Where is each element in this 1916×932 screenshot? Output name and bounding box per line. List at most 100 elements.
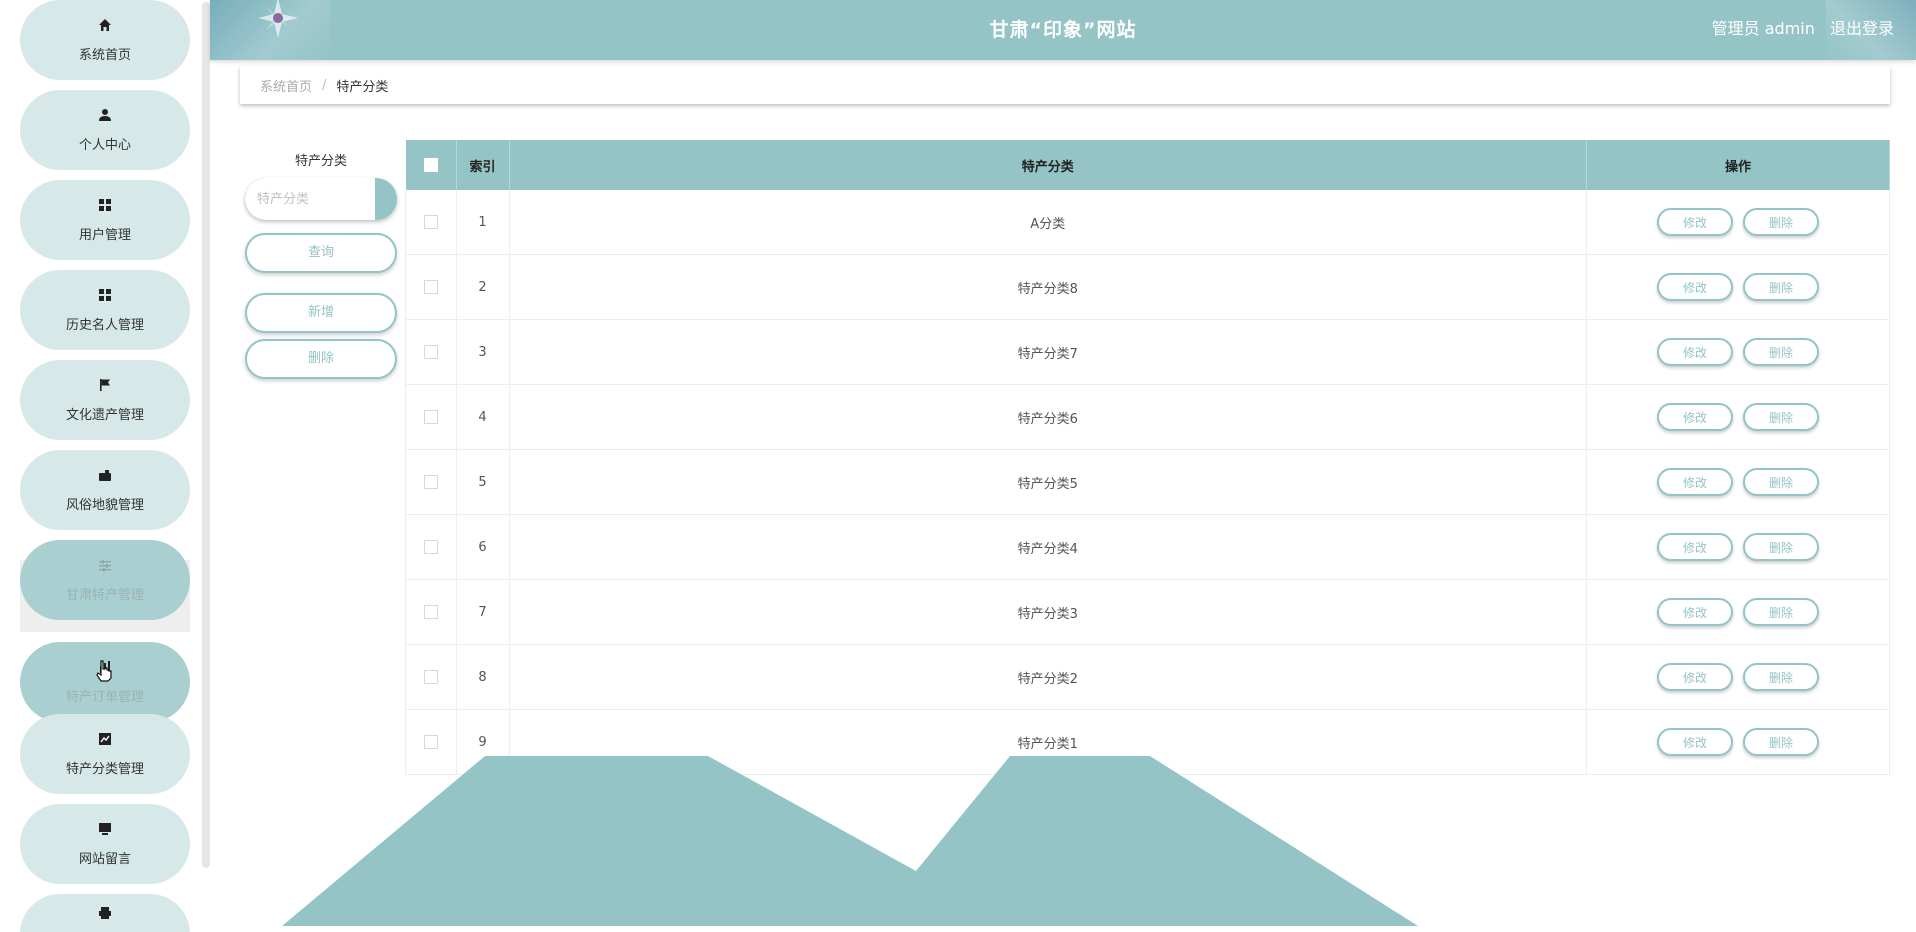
wallet-icon xyxy=(96,468,114,486)
sidebar-scrollbar[interactable] xyxy=(202,2,210,868)
edit-button[interactable]: 修改 xyxy=(1657,338,1733,366)
edit-button[interactable]: 修改 xyxy=(1657,663,1733,691)
delete-button[interactable]: 删除 xyxy=(1743,338,1819,366)
row-checkbox[interactable] xyxy=(423,475,438,489)
sidebar-item-label: 历史名人管理 xyxy=(65,317,144,333)
sliders-icon xyxy=(96,558,114,576)
row-index: 8 xyxy=(456,644,510,710)
edit-button[interactable]: 修改 xyxy=(1657,728,1733,756)
row-actions: 修改 删除 xyxy=(1586,384,1890,450)
grid-icon xyxy=(96,288,114,306)
sidebar-item-more[interactable] xyxy=(20,894,190,932)
site-title: 甘肃“印象”网站 xyxy=(989,19,1137,41)
row-index: 1 xyxy=(456,190,510,255)
monitor-icon xyxy=(96,822,114,840)
top-header: 甘肃“印象”网站 管理员 admin 退出登录 xyxy=(210,0,1916,60)
edit-button[interactable]: 修改 xyxy=(1657,403,1733,431)
edit-button[interactable]: 修改 xyxy=(1657,273,1733,301)
breadcrumb-separator: / xyxy=(322,77,327,93)
delete-button[interactable]: 删除 xyxy=(1743,468,1819,496)
column-header-category: 特产分类 xyxy=(509,140,1587,190)
row-category: 特产分类6 xyxy=(509,384,1587,450)
row-checkbox[interactable] xyxy=(423,410,438,424)
add-button[interactable]: 新增 xyxy=(245,293,397,333)
search-field-label: 特产分类 xyxy=(294,154,347,169)
row-actions: 修改 删除 xyxy=(1586,644,1890,710)
row-checkbox[interactable] xyxy=(423,345,438,359)
flag-icon xyxy=(96,378,114,396)
row-category: 特产分类8 xyxy=(509,254,1587,320)
row-checkbox[interactable] xyxy=(423,735,438,749)
row-actions: 修改 删除 xyxy=(1586,579,1890,645)
delete-button[interactable]: 删除 xyxy=(1743,728,1819,756)
delete-button[interactable]: 删除 xyxy=(1743,663,1819,691)
row-checkbox[interactable] xyxy=(423,540,438,554)
edit-button[interactable]: 修改 xyxy=(1657,468,1733,496)
row-select-cell xyxy=(405,514,457,580)
edit-button[interactable]: 修改 xyxy=(1657,533,1733,561)
admin-user-label: 管理员 admin xyxy=(1711,19,1815,38)
row-checkbox[interactable] xyxy=(423,670,438,684)
batch-delete-button[interactable]: 删除 xyxy=(245,339,397,379)
table-header-row: 索引 特产分类 操作 xyxy=(405,140,1890,190)
category-search-input[interactable] xyxy=(245,178,375,220)
column-header-index: 索引 xyxy=(456,140,510,190)
user-icon xyxy=(96,108,114,126)
delete-button[interactable]: 删除 xyxy=(1743,403,1819,431)
sidebar: 系统首页 个人中心 用户管理 历史名人管理 文化遗产管理 风俗地貌管理 甘肃特产… xyxy=(0,0,210,932)
sidebar-item-label: 系统首页 xyxy=(78,47,131,63)
row-index: 6 xyxy=(456,514,510,580)
sidebar-item-historical-figures[interactable]: 历史名人管理 xyxy=(20,270,190,350)
row-checkbox[interactable] xyxy=(423,605,438,619)
table-row: 5 特产分类5 修改 删除 xyxy=(405,449,1890,515)
table-row: 7 特产分类3 修改 删除 xyxy=(405,579,1890,645)
row-index: 3 xyxy=(456,319,510,385)
row-index: 2 xyxy=(456,254,510,320)
query-button[interactable]: 查询 xyxy=(245,233,397,273)
sidebar-item-specialties[interactable]: 甘肃特产管理 xyxy=(20,540,190,620)
row-select-cell xyxy=(405,319,457,385)
sidebar-item-label: 风俗地貌管理 xyxy=(65,497,144,513)
category-table: 索引 特产分类 操作 1 A分类 修改 删除 2 特产分类8 修改 删除 3 特产分类7 修改 删除 4… xyxy=(405,140,1890,775)
sidebar-item-label: 个人中心 xyxy=(78,137,131,153)
row-category: A分类 xyxy=(509,190,1587,255)
sidebar-item-users[interactable]: 用户管理 xyxy=(20,180,190,260)
breadcrumb-home-link[interactable]: 系统首页 xyxy=(260,76,312,95)
delete-button[interactable]: 删除 xyxy=(1743,533,1819,561)
sidebar-item-customs-landforms[interactable]: 风俗地貌管理 xyxy=(20,450,190,530)
sidebar-item-home[interactable]: 系统首页 xyxy=(20,0,190,80)
delete-button[interactable]: 删除 xyxy=(1743,273,1819,301)
sidebar-item-specialty-categories[interactable]: 特产分类管理 xyxy=(20,714,190,794)
table-row: 2 特产分类8 修改 删除 xyxy=(405,254,1890,320)
row-index: 5 xyxy=(456,449,510,515)
row-checkbox[interactable] xyxy=(423,280,438,294)
sidebar-item-cultural-heritage[interactable]: 文化遗产管理 xyxy=(20,360,190,440)
sidebar-item-label: 甘肃特产管理 xyxy=(65,587,144,603)
row-index: 7 xyxy=(456,579,510,645)
select-all-checkbox[interactable] xyxy=(423,158,438,172)
home-icon xyxy=(96,18,114,36)
row-select-cell xyxy=(405,449,457,515)
row-select-cell xyxy=(405,190,457,255)
logout-link[interactable]: 退出登录 xyxy=(1830,19,1894,38)
sidebar-item-messages[interactable]: 网站留言 xyxy=(20,804,190,884)
row-checkbox[interactable] xyxy=(423,215,438,229)
row-index: 4 xyxy=(456,384,510,450)
row-category: 特产分类4 xyxy=(509,514,1587,580)
row-category: 特产分类5 xyxy=(509,449,1587,515)
column-header-actions: 操作 xyxy=(1586,140,1890,190)
edit-button[interactable]: 修改 xyxy=(1657,208,1733,236)
table-body: 1 A分类 修改 删除 2 特产分类8 修改 删除 3 特产分类7 修改 删除 4 特产分类6 修改 删除 5 特… xyxy=(405,190,1890,775)
sidebar-item-label: 网站留言 xyxy=(78,851,131,867)
breadcrumb: 系统首页 / 特产分类 xyxy=(240,66,1890,104)
header-user-area: 管理员 admin 退出登录 xyxy=(1702,0,1894,60)
edit-button[interactable]: 修改 xyxy=(1657,598,1733,626)
row-select-cell xyxy=(405,384,457,450)
printer-icon xyxy=(96,906,114,924)
table-row: 1 A分类 修改 删除 xyxy=(405,190,1890,255)
sidebar-item-profile[interactable]: 个人中心 xyxy=(20,90,190,170)
delete-button[interactable]: 删除 xyxy=(1743,598,1819,626)
delete-button[interactable]: 删除 xyxy=(1743,208,1819,236)
grid-icon xyxy=(96,198,114,216)
row-select-cell xyxy=(405,254,457,320)
